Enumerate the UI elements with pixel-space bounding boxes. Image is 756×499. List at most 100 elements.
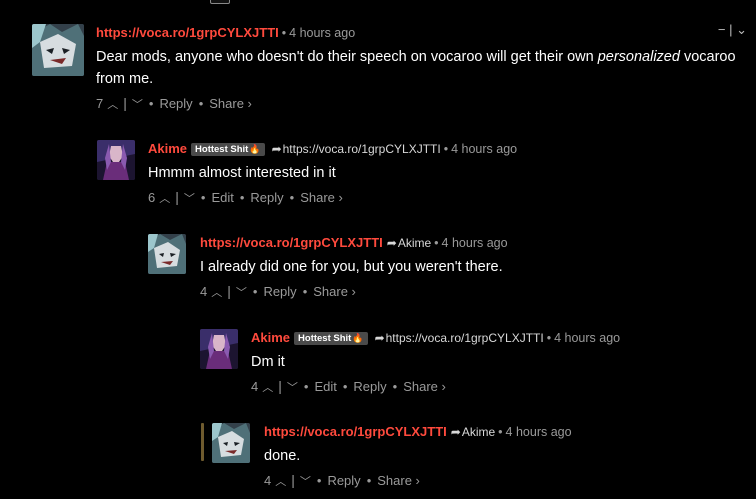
comment-body: https://voca.ro/1grpCYLXJTTI ➦Akime • 4 hou…: [200, 234, 747, 300]
reply-arrow-icon: ➦: [450, 425, 461, 439]
share-button[interactable]: Share ›: [209, 95, 252, 113]
comment-meta: Akime Hottest Shit🔥 ➦https://voca.ro/1grpC…: [148, 140, 747, 158]
edit-button[interactable]: Edit: [211, 189, 233, 207]
comment-menu-chevron-icon[interactable]: ⌄: [736, 22, 747, 37]
comment-actions: 4 ︿ | ﹀ • Edit • Reply • Share ›: [251, 377, 747, 395]
comment-reply-3: Akime Hottest Shit🔥 ➦https://voca.ro/1grpC…: [200, 329, 747, 401]
reply-button[interactable]: Reply: [250, 189, 283, 207]
fire-icon: 🔥: [352, 333, 364, 343]
action-separator: •: [198, 96, 204, 111]
comment-reply-1: Akime Hottest Shit🔥 ➦https://voca.ro/1grpC…: [97, 140, 747, 212]
downvote-chevron-icon[interactable]: ﹀: [132, 96, 143, 114]
upvote-chevron-icon[interactable]: ︿: [107, 96, 118, 114]
comment-text: done.: [264, 448, 301, 464]
comment-body: https://voca.ro/1grpCYLXJTTI ➦Akime • 4 hou…: [264, 423, 747, 489]
reply-button[interactable]: Reply: [353, 378, 386, 396]
avatar[interactable]: [97, 140, 135, 180]
edit-button[interactable]: Edit: [314, 378, 336, 396]
reply-arrow-icon: ➦: [374, 331, 385, 345]
share-button[interactable]: Share ›: [313, 283, 356, 301]
timestamp[interactable]: 4 hours ago: [451, 142, 517, 156]
avatar-image: [212, 423, 250, 463]
comment-body: Akime Hottest Shit🔥 ➦https://voca.ro/1grpC…: [251, 329, 747, 395]
avatar[interactable]: [32, 24, 84, 76]
vote-divider: |: [278, 378, 282, 394]
meta-separator: •: [546, 331, 552, 345]
comment-text-part: Dear mods, anyone who doesn't do their s…: [96, 49, 598, 65]
share-button[interactable]: Share ›: [403, 378, 446, 396]
action-separator: •: [239, 190, 245, 205]
avatar[interactable]: [200, 329, 238, 369]
author-link[interactable]: https://voca.ro/1grpCYLXJTTI: [96, 25, 279, 40]
reply-to-link[interactable]: https://voca.ro/1grpCYLXJTTI: [386, 331, 544, 345]
avatar-image: [97, 140, 135, 180]
user-flair-badge: Hottest Shit🔥: [294, 332, 368, 345]
meta-separator: •: [443, 142, 449, 156]
avatar[interactable]: [148, 234, 186, 274]
reply-to-link[interactable]: Akime: [462, 425, 495, 439]
upvote-chevron-icon[interactable]: ︿: [262, 379, 273, 397]
badge-label: Hottest Shit: [195, 144, 249, 155]
collapse-icon[interactable]: −: [718, 22, 726, 37]
downvote-chevron-icon[interactable]: ﹀: [236, 284, 247, 302]
timestamp[interactable]: 4 hours ago: [554, 331, 620, 345]
downvote-chevron-icon[interactable]: ﹀: [300, 473, 311, 491]
author-link[interactable]: https://voca.ro/1grpCYLXJTTI: [200, 235, 383, 250]
upvote-chevron-icon[interactable]: ︿: [275, 473, 286, 491]
avatar-image: [32, 24, 84, 76]
share-button[interactable]: Share ›: [300, 189, 343, 207]
vote-divider: |: [291, 472, 295, 488]
vote-count: 4: [264, 473, 272, 488]
author-link[interactable]: Akime: [251, 330, 290, 345]
share-button[interactable]: Share ›: [377, 472, 420, 490]
timestamp[interactable]: 4 hours ago: [506, 425, 572, 439]
reply-to-link[interactable]: https://voca.ro/1grpCYLXJTTI: [283, 142, 441, 156]
comment-actions: 4 ︿ | ﹀ • Reply • Share ›: [200, 282, 747, 300]
avatar-image: [200, 329, 238, 369]
action-separator: •: [342, 379, 348, 394]
downvote-chevron-icon[interactable]: ﹀: [287, 379, 298, 397]
comment-meta: https://voca.ro/1grpCYLXJTTI ➦Akime • 4 hou…: [200, 234, 747, 252]
action-separator: •: [392, 379, 398, 394]
action-separator: •: [316, 473, 322, 488]
reply-to-link[interactable]: Akime: [398, 236, 431, 250]
avatar[interactable]: [212, 423, 250, 463]
comment-meta: Akime Hottest Shit🔥 ➦https://voca.ro/1grpC…: [251, 329, 747, 347]
upvote-chevron-icon[interactable]: ︿: [211, 284, 222, 302]
downvote-chevron-icon[interactable]: ﹀: [184, 190, 195, 208]
reply-arrow-icon: ➦: [271, 142, 282, 156]
meta-separator: •: [498, 425, 503, 439]
comment-root: https://voca.ro/1grpCYLXJTTI • 4 hours ago…: [32, 22, 747, 120]
timestamp[interactable]: 4 hours ago: [442, 236, 508, 250]
reply-button[interactable]: Reply: [327, 472, 360, 490]
reply-button[interactable]: Reply: [263, 283, 296, 301]
comment-reply-2: https://voca.ro/1grpCYLXJTTI ➦Akime • 4 hou…: [148, 234, 747, 306]
comment-meta: https://voca.ro/1grpCYLXJTTI ➦Akime • 4 hou…: [264, 423, 747, 441]
comment-actions: 4 ︿ | ﹀ • Reply • Share ›: [264, 471, 747, 489]
collapse-controls: − | ⌄: [718, 22, 747, 38]
action-separator: •: [200, 190, 206, 205]
vote-divider: |: [123, 95, 127, 111]
author-link[interactable]: Akime: [148, 141, 187, 156]
upvote-chevron-icon[interactable]: ︿: [159, 190, 170, 208]
comment-text: Dm it: [251, 354, 285, 370]
reply-arrow-icon: ➦: [386, 236, 397, 250]
comment-reply-4: https://voca.ro/1grpCYLXJTTI ➦Akime • 4 hou…: [212, 423, 747, 495]
badge-label: Hottest Shit: [298, 333, 352, 344]
action-separator: •: [302, 284, 308, 299]
comment-text: Dear mods, anyone who doesn't do their s…: [96, 46, 747, 90]
action-separator: •: [303, 379, 309, 394]
timestamp[interactable]: 4 hours ago: [289, 26, 355, 40]
author-link[interactable]: https://voca.ro/1grpCYLXJTTI: [264, 424, 447, 439]
comment-text: I already did one for you, but you weren…: [200, 259, 503, 275]
reply-button[interactable]: Reply: [159, 95, 192, 113]
comment-body: Akime Hottest Shit🔥 ➦https://voca.ro/1grpC…: [148, 140, 747, 206]
comment-actions: 6 ︿ | ﹀ • Edit • Reply • Share ›: [148, 188, 747, 206]
thread-highlight-line: [201, 423, 204, 461]
action-separator: •: [148, 96, 154, 111]
action-separator: •: [289, 190, 295, 205]
comment-meta: https://voca.ro/1grpCYLXJTTI • 4 hours ago: [96, 24, 747, 42]
comment-text-emphasis: personalized: [597, 49, 680, 65]
comment-body: https://voca.ro/1grpCYLXJTTI • 4 hours ago…: [96, 24, 747, 112]
collapse-divider: |: [729, 22, 733, 37]
